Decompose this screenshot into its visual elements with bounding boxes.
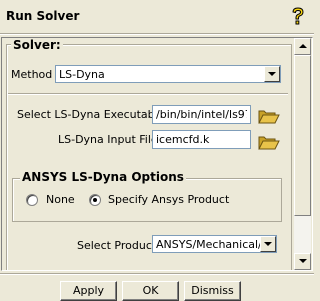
product-dropdown-button[interactable] (260, 236, 276, 252)
method-select[interactable]: LS-Dyna (55, 65, 281, 83)
dismiss-button[interactable]: Dismiss (184, 281, 241, 301)
folder-open-icon[interactable] (258, 134, 280, 150)
method-value: LS-Dyna (59, 68, 105, 81)
chevron-down-icon (264, 242, 272, 246)
help-icon[interactable] (289, 6, 307, 26)
executable-field[interactable] (152, 105, 251, 124)
apply-button[interactable]: Apply (60, 281, 117, 301)
product-value: ANSYS/Mechanical/E (156, 238, 260, 251)
chevron-down-icon (268, 72, 276, 76)
input-file-field[interactable] (152, 130, 251, 149)
ok-button[interactable]: OK (122, 281, 179, 301)
method-label: Method (11, 68, 53, 81)
executable-label: Select LS-Dyna Executable (17, 108, 165, 121)
chevron-down-icon (299, 259, 307, 263)
input-file-input[interactable] (153, 131, 250, 148)
radio-none[interactable] (26, 194, 38, 206)
chevron-up-icon (299, 44, 307, 48)
method-dropdown-button[interactable] (264, 66, 280, 82)
solver-panel: Solver: Method LS-Dyna Select LS-Dyna Ex… (1, 37, 313, 271)
solver-group-label: Solver: (11, 38, 63, 52)
product-select[interactable]: ANSYS/Mechanical/E (152, 235, 277, 253)
title-separator (0, 33, 314, 35)
ansys-options-label: ANSYS LS-Dyna Options (20, 170, 186, 184)
executable-input[interactable] (153, 106, 250, 123)
radio-none-label[interactable]: None (46, 193, 75, 206)
radio-specify-label[interactable]: Specify Ansys Product (108, 193, 229, 206)
title-bar: Run Solver (0, 0, 314, 33)
bottom-separator (0, 273, 314, 275)
folder-open-icon[interactable] (258, 108, 280, 124)
scroll-up-button[interactable] (294, 38, 311, 55)
scroll-thumb[interactable] (294, 55, 311, 216)
window-title: Run Solver (6, 9, 80, 23)
method-separator (8, 93, 288, 95)
input-file-label: LS-Dyna Input File (58, 133, 158, 146)
product-label: Select Product (77, 239, 157, 252)
vertical-scrollbar[interactable] (294, 38, 311, 270)
scroll-down-button[interactable] (294, 253, 311, 270)
radio-specify-ansys-product[interactable] (89, 194, 101, 206)
